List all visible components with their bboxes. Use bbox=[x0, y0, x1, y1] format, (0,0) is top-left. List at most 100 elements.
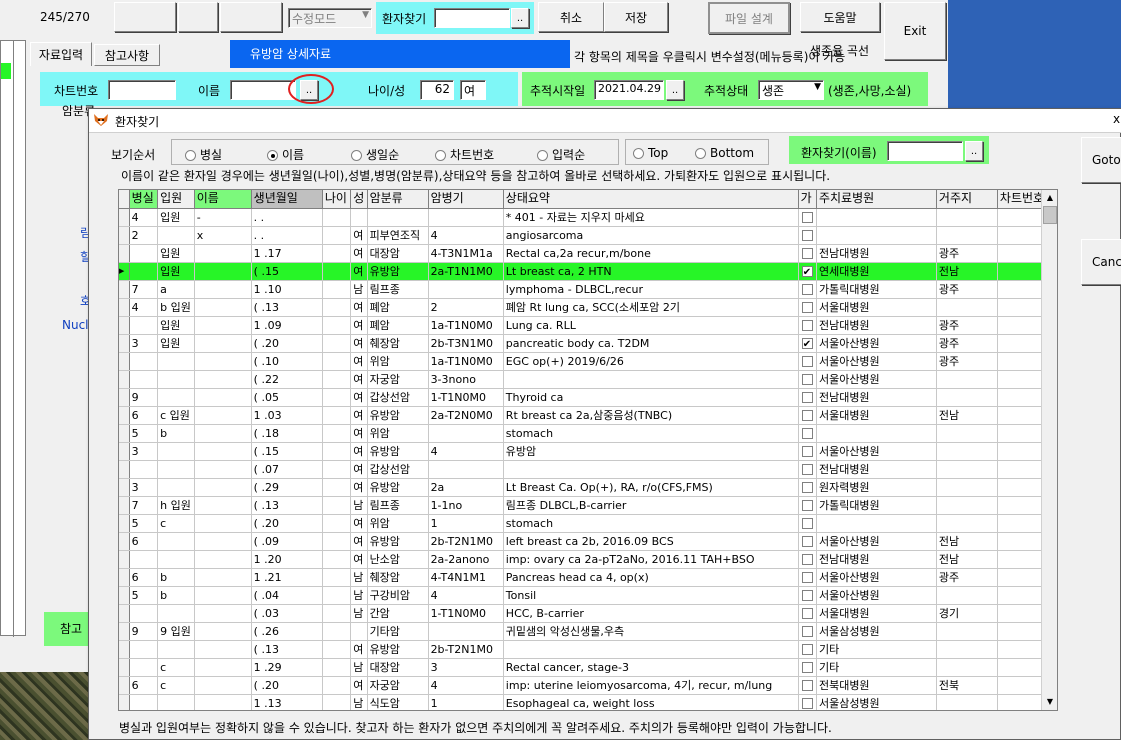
row-indicator[interactable] bbox=[119, 532, 130, 551]
col-header-sex[interactable]: 성 bbox=[350, 190, 368, 209]
col-header-flag[interactable]: 가 bbox=[798, 190, 817, 209]
row-indicator[interactable] bbox=[119, 370, 130, 389]
dialog-cancel-button[interactable]: Cance bbox=[1081, 239, 1121, 285]
toolbar-button-3[interactable] bbox=[220, 2, 282, 32]
track-start-button[interactable]: .. bbox=[666, 80, 684, 100]
row-indicator[interactable] bbox=[119, 694, 130, 710]
table-row[interactable]: ▶ 입원 ( .15 여 유방암 2a-T1N1M0 Lt breast ca, 2 HTN… bbox=[119, 262, 1057, 281]
checkbox-icon[interactable] bbox=[801, 464, 813, 475]
checkbox-icon[interactable] bbox=[801, 230, 813, 241]
checkbox-icon[interactable] bbox=[801, 626, 813, 637]
checkbox-checked-icon[interactable] bbox=[801, 336, 813, 351]
checkbox-icon[interactable] bbox=[801, 410, 813, 421]
row-indicator[interactable] bbox=[119, 604, 130, 623]
checkbox-icon[interactable] bbox=[801, 554, 813, 565]
checkbox-icon[interactable] bbox=[801, 518, 813, 529]
chart-no-input[interactable] bbox=[108, 80, 176, 100]
table-row[interactable]: 5c( .20여위암1stomach7 bbox=[119, 514, 1057, 533]
col-header-region[interactable]: 거주지 bbox=[936, 190, 998, 209]
checkbox-icon[interactable] bbox=[801, 374, 813, 385]
table-row[interactable]: 6b 1 .21 남 췌장암 4-T4N1M1 Pancreas head ca 4, o… bbox=[119, 568, 1057, 587]
checkbox-icon[interactable] bbox=[801, 302, 813, 313]
track-start-input[interactable]: 2021.04.29 bbox=[594, 80, 664, 100]
col-header-hospital[interactable]: 주치료병원 bbox=[816, 190, 937, 209]
left-record-strip[interactable] bbox=[0, 40, 26, 637]
row-indicator[interactable] bbox=[119, 280, 130, 299]
table-row[interactable]: ( .13여유방암2b-T2N1M0기타2 bbox=[119, 640, 1057, 659]
table-row[interactable]: 4입원-. .* 401 - 자료는 지우지 마세요05 bbox=[119, 208, 1057, 227]
table-row[interactable]: 5b( .18여위암stomach5 bbox=[119, 424, 1057, 443]
track-status-select[interactable]: 생존 ▼ bbox=[758, 80, 824, 100]
sex-input[interactable]: 여 bbox=[460, 80, 486, 100]
checkbox-icon[interactable] bbox=[801, 680, 813, 691]
row-indicator[interactable]: ▶ bbox=[119, 262, 130, 281]
grid-scrollbar[interactable]: ▲ ▼ bbox=[1041, 190, 1057, 710]
table-row[interactable]: 4b 입원 ( .13 여 폐암 2 폐암 Rt lung ca, SCC(소세포암 2기… bbox=[119, 298, 1057, 317]
checkbox-icon[interactable] bbox=[801, 572, 813, 583]
close-icon[interactable]: x bbox=[1113, 112, 1120, 126]
table-row[interactable]: ( .07여갑상선암전남대병원4 bbox=[119, 460, 1057, 479]
checkbox-icon[interactable] bbox=[801, 428, 813, 439]
help-button[interactable]: 도움말 bbox=[800, 2, 880, 32]
row-indicator[interactable] bbox=[119, 352, 130, 371]
survival-curve-label[interactable]: 생존율 곡선 bbox=[810, 42, 869, 59]
row-indicator[interactable] bbox=[119, 550, 130, 569]
save-button[interactable]: 저장 bbox=[604, 2, 668, 32]
col-header-admit[interactable]: 입원 bbox=[157, 190, 195, 209]
table-row[interactable]: 6 ( .09 여 유방암 2b-T2N1M0 left breast ca 2b, 20… bbox=[119, 532, 1057, 551]
checkbox-icon[interactable] bbox=[801, 320, 813, 331]
table-row[interactable]: 3 ( .29 여 유방암 2a Lt Breast Ca. Op(+), RA, r/o… bbox=[119, 478, 1057, 497]
row-indicator[interactable] bbox=[119, 514, 130, 533]
mode-select[interactable]: 수정모드 ▼ bbox=[288, 8, 372, 28]
sort-option-birthday[interactable]: 생일순 bbox=[351, 146, 399, 163]
sort-option-name[interactable]: 이름 bbox=[267, 146, 304, 163]
row-indicator[interactable] bbox=[119, 640, 130, 659]
checkbox-icon[interactable] bbox=[801, 590, 813, 601]
file-design-button[interactable]: 파일 설계 bbox=[708, 2, 790, 34]
age-input[interactable]: 62 bbox=[420, 80, 454, 100]
toolbar-button-2[interactable] bbox=[178, 2, 218, 32]
checkbox-icon[interactable] bbox=[801, 698, 813, 709]
row-indicator[interactable] bbox=[119, 676, 130, 695]
row-indicator[interactable] bbox=[119, 568, 130, 587]
checkbox-icon[interactable] bbox=[801, 392, 813, 403]
row-indicator[interactable] bbox=[119, 442, 130, 461]
col-header-dob[interactable]: 생년월일 bbox=[251, 190, 323, 209]
sort-option-input[interactable]: 입력순 bbox=[537, 146, 585, 163]
row-indicator[interactable] bbox=[119, 226, 130, 245]
row-indicator[interactable] bbox=[119, 586, 130, 605]
checkbox-icon[interactable] bbox=[801, 536, 813, 547]
scroll-up-icon[interactable]: ▲ bbox=[1042, 190, 1057, 206]
checkbox-icon[interactable] bbox=[801, 356, 813, 367]
checkbox-icon[interactable] bbox=[801, 500, 813, 511]
tab-data-entry[interactable]: 자료입력 bbox=[30, 42, 92, 66]
name-input[interactable] bbox=[230, 80, 296, 100]
table-row[interactable]: 7a 1 .10 남 림프종 lymphoma - DLBCL,recur 가톨릭대병원 광… bbox=[119, 280, 1057, 299]
table-row[interactable]: 입원1 .09여폐암1a-T1N0M0Lung ca. RLL전남대병원광주0 bbox=[119, 316, 1057, 335]
col-header-room[interactable]: 병실 bbox=[129, 190, 159, 209]
checkbox-icon[interactable] bbox=[801, 482, 813, 493]
table-row[interactable]: 9( .05여갑상선암1-T1N0M0Thyroid ca전남대병원1 bbox=[119, 388, 1057, 407]
table-row[interactable]: c1 .29남대장암3Rectal cancer, stage-3기타5 bbox=[119, 658, 1057, 677]
checkbox-icon[interactable] bbox=[801, 248, 813, 259]
checkbox-icon[interactable] bbox=[801, 608, 813, 619]
dialog-titlebar[interactable]: 환자찾기 x bbox=[89, 109, 1121, 133]
patient-grid[interactable]: 병실 입원 이름 생년월일 나이 성 암분류 암병기 상태요약 가 주치료병원 … bbox=[118, 189, 1058, 711]
position-option-top[interactable]: Top bbox=[633, 146, 668, 160]
row-indicator[interactable] bbox=[119, 406, 130, 425]
exit-button[interactable]: Exit bbox=[884, 2, 946, 60]
name-search-input[interactable] bbox=[887, 141, 963, 161]
toolbar-button-1[interactable] bbox=[114, 2, 176, 32]
col-header-summary[interactable]: 상태요약 bbox=[503, 190, 799, 209]
patient-search-input[interactable] bbox=[434, 8, 510, 28]
row-indicator[interactable] bbox=[119, 208, 130, 227]
sort-option-room[interactable]: 병실 bbox=[185, 146, 222, 163]
table-row[interactable]: 7h 입원 ( .13 남 림프종 1-1no 림프종 DLBCL,B-carrier 가톨… bbox=[119, 496, 1057, 515]
goto-button[interactable]: Goto bbox=[1081, 137, 1121, 183]
row-indicator[interactable] bbox=[119, 388, 130, 407]
table-row[interactable]: 1 .13 남 식도암 1 Esophageal ca, weight loss 서울삼성… bbox=[119, 694, 1057, 710]
table-row[interactable]: 6 c ( .20 여 자궁암 4 imp: uterine leiomyosarcoma,… bbox=[119, 676, 1057, 695]
checkbox-icon[interactable] bbox=[801, 662, 813, 673]
checkbox-icon[interactable] bbox=[801, 212, 813, 223]
row-indicator[interactable] bbox=[119, 244, 130, 263]
